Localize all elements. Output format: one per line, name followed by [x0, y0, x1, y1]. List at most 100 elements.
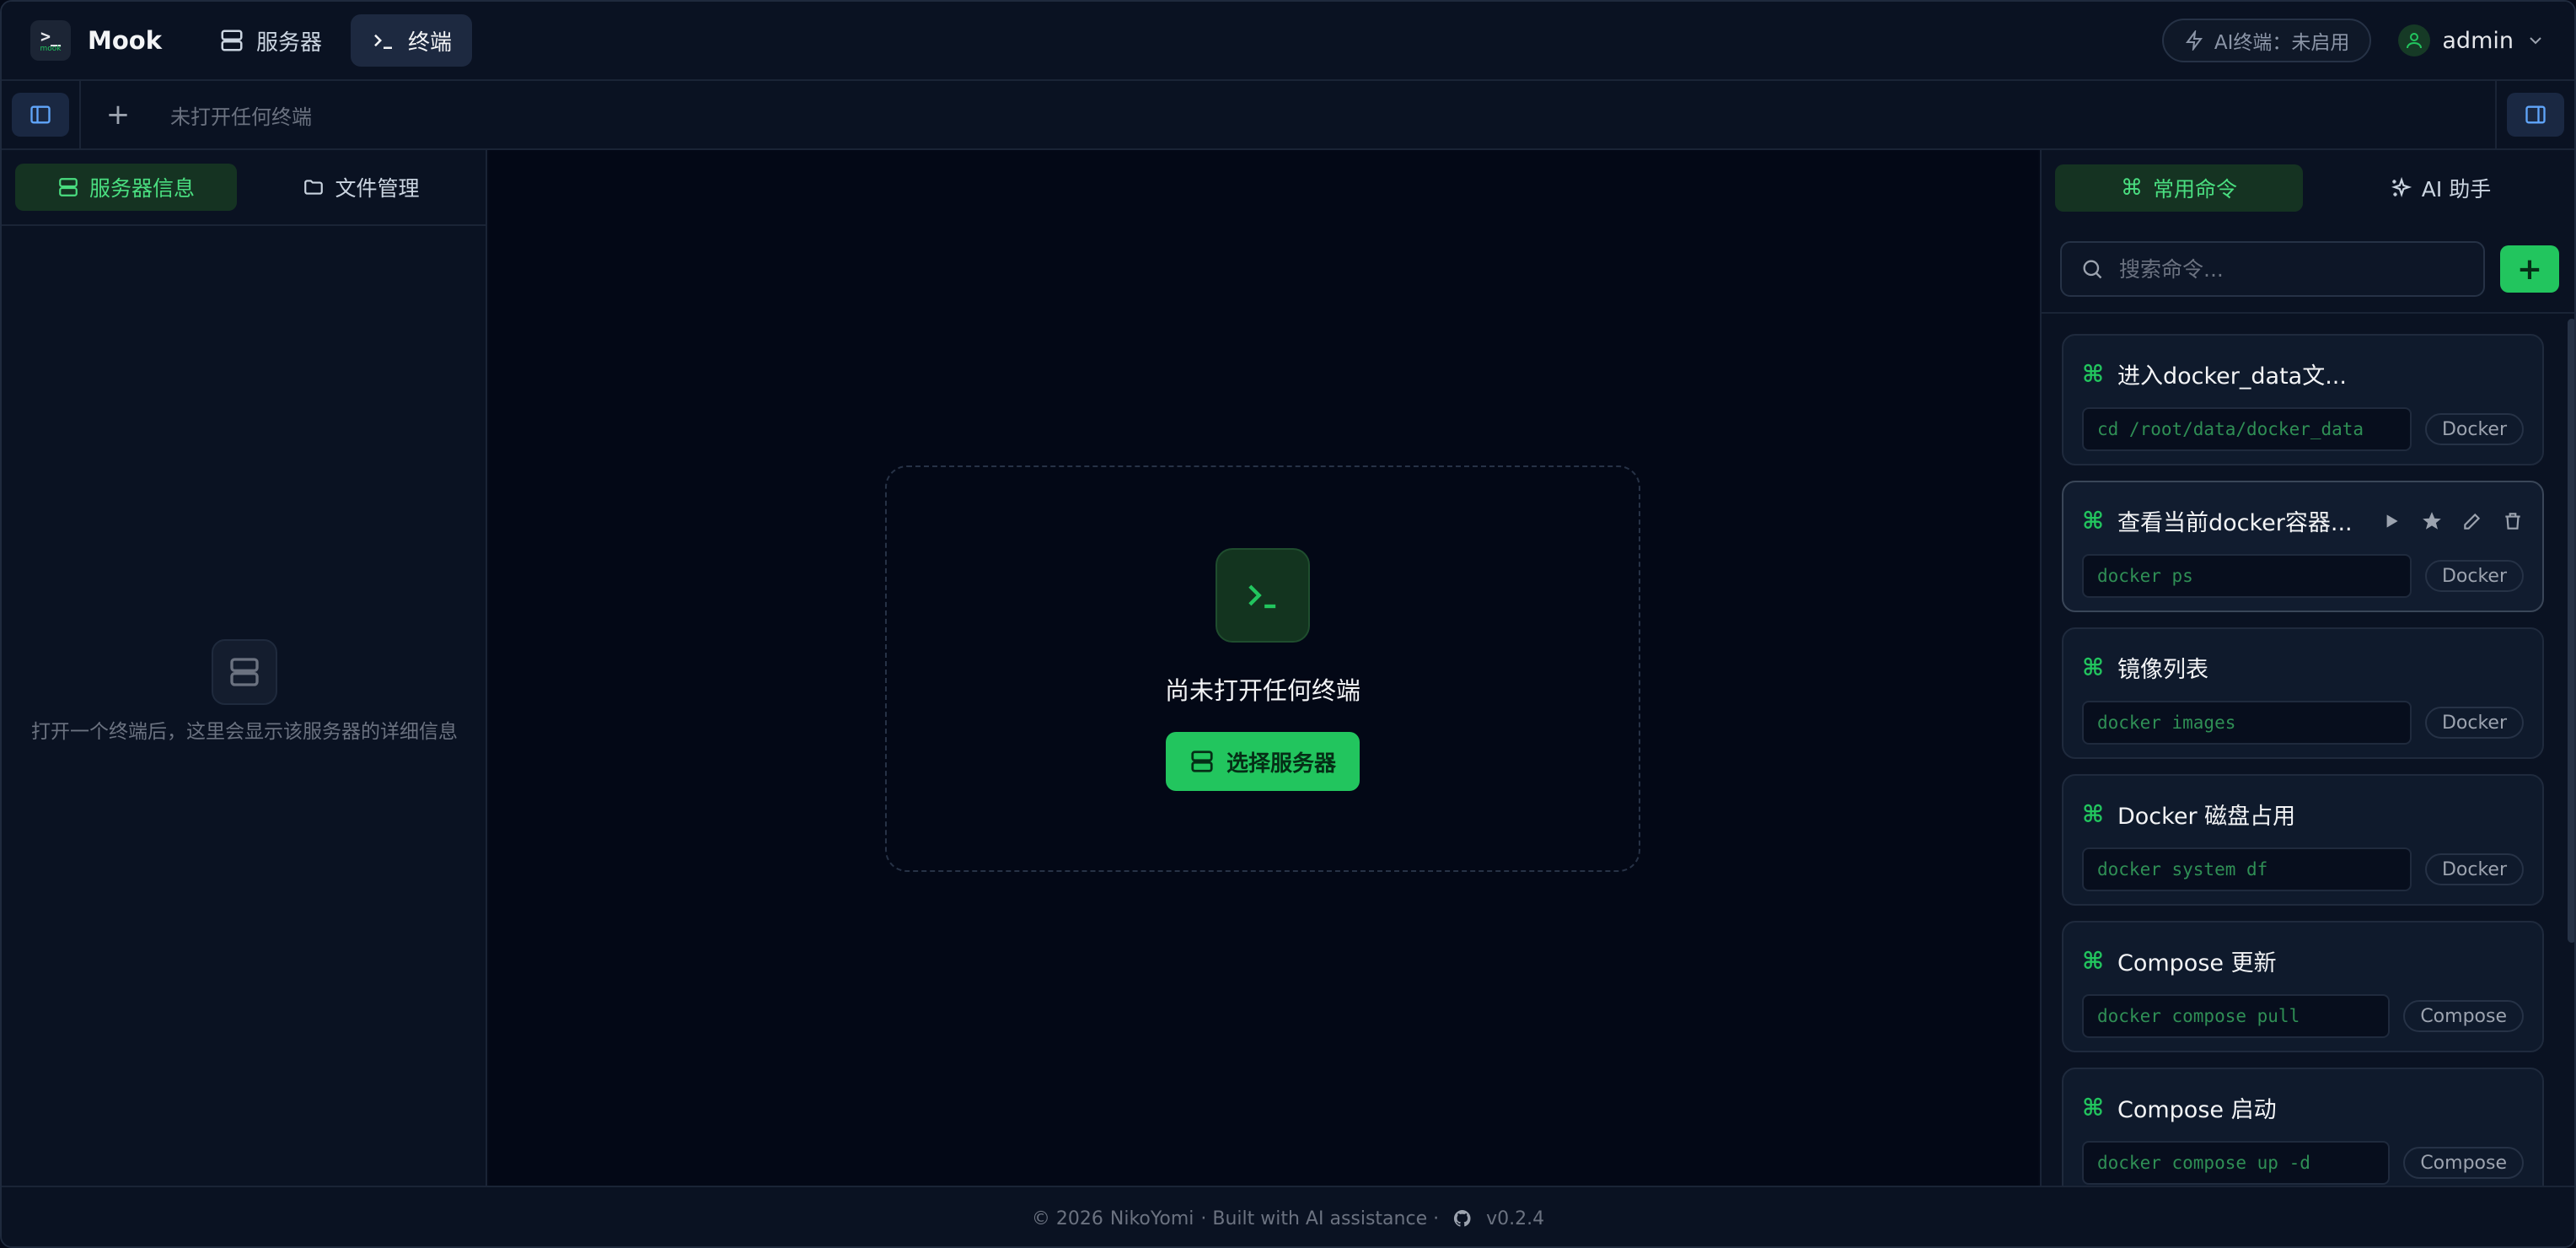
server-info-empty-state: 打开一个终端后，这里会显示该服务器的详细信息 — [2, 639, 487, 745]
command-tag[interactable]: Docker — [2424, 413, 2524, 445]
lightning-icon — [2185, 30, 2203, 51]
right-sidebar: ⌘ 常用命令 AI 助手 + ⌘ 进入docker_data文... — [2040, 150, 2574, 1186]
terminal-area: 尚未打开任何终端 选择服务器 — [489, 150, 2038, 1186]
sparkles-icon — [2391, 177, 2412, 198]
header-right: AI终端：未启用 admin — [2161, 19, 2546, 62]
user-menu[interactable]: admin — [2398, 24, 2546, 56]
command-card[interactable]: ⌘ Docker 磁盘占用 docker system df Docker — [2062, 774, 2544, 906]
edit-icon[interactable] — [2461, 510, 2483, 532]
command-name: Compose 更新 — [2117, 950, 2277, 976]
command-icon: ⌘ — [2082, 360, 2104, 388]
trash-icon[interactable] — [2502, 510, 2524, 532]
app-name[interactable]: Mook — [88, 26, 162, 55]
nav-terminal-label: 终端 — [408, 30, 453, 56]
command-name: 镜像列表 — [2117, 657, 2208, 683]
command-code: docker images — [2082, 701, 2412, 745]
left-toggle-area — [2, 81, 81, 148]
user-icon — [2407, 33, 2423, 49]
command-card[interactable]: ⌘ 查看当前docker容器... docker ps Docker — [2062, 481, 2544, 612]
command-card[interactable]: ⌘ 镜像列表 docker images Docker — [2062, 627, 2544, 759]
nav-terminal[interactable]: 终端 — [351, 14, 473, 67]
command-search-row: + — [2042, 226, 2574, 314]
command-name: 查看当前docker容器... — [2117, 510, 2353, 536]
username: admin — [2442, 27, 2514, 54]
command-search-box[interactable] — [2060, 241, 2485, 297]
tab-file-manager[interactable]: 文件管理 — [250, 164, 472, 211]
server-info-empty-text: 打开一个终端后，这里会显示该服务器的详细信息 — [31, 721, 458, 743]
select-server-button[interactable]: 选择服务器 — [1165, 732, 1360, 791]
terminal-tab-bar: + 未打开任何终端 — [2, 81, 2574, 150]
command-tag[interactable]: Docker — [2424, 853, 2524, 885]
tab-common-commands-label: 常用命令 — [2152, 177, 2237, 202]
star-icon[interactable] — [2421, 510, 2443, 532]
server-icon — [59, 178, 78, 196]
command-card[interactable]: ⌘ Compose 启动 docker compose up -d Compos… — [2062, 1068, 2544, 1186]
terminal-empty-state: 尚未打开任何终端 选择服务器 — [885, 465, 1640, 872]
command-list: ⌘ 进入docker_data文... cd /root/data/docker… — [2042, 314, 2574, 1186]
tab-ai-assistant-label: AI 助手 — [2421, 177, 2492, 202]
command-list-scrollbar[interactable] — [2568, 319, 2574, 943]
left-sidebar: 服务器信息 文件管理 打开一个终端后，这里会显示该服务器的详细信息 — [2, 150, 487, 1186]
logo-glyph: >_ — [40, 26, 62, 46]
right-tabs: ⌘ 常用命令 AI 助手 — [2042, 150, 2574, 226]
footer-author[interactable]: NikoYomi — [1110, 1208, 1194, 1229]
footer-copyright: © 2026 — [1031, 1208, 1103, 1229]
select-server-label: 选择服务器 — [1226, 750, 1336, 777]
command-code: docker compose up -d — [2082, 1141, 2391, 1185]
terminal-placeholder-icon — [1216, 548, 1310, 643]
tab-server-info-label: 服务器信息 — [89, 176, 195, 201]
tab-common-commands[interactable]: ⌘ 常用命令 — [2055, 164, 2303, 212]
play-icon[interactable] — [2380, 510, 2402, 532]
command-icon: ⌘ — [2082, 654, 2104, 681]
app-logo[interactable]: >_ mook — [30, 20, 71, 61]
server-icon — [230, 658, 259, 686]
server-icon — [221, 30, 243, 51]
command-card[interactable]: ⌘ 进入docker_data文... cd /root/data/docker… — [2062, 334, 2544, 465]
command-icon: ⌘ — [2082, 800, 2104, 828]
terminal-icon — [374, 34, 393, 49]
command-tag[interactable]: Docker — [2424, 560, 2524, 592]
command-icon: ⌘ — [2120, 175, 2143, 201]
right-toggle-area — [2495, 81, 2574, 148]
avatar — [2398, 24, 2431, 56]
github-icon[interactable] — [1452, 1208, 1473, 1229]
footer: © 2026 NikoYomi · Built with AI assistan… — [2, 1186, 2574, 1246]
sidebar-left-icon — [30, 105, 51, 124]
nav-servers[interactable]: 服务器 — [199, 14, 342, 67]
no-terminal-text: 未打开任何终端 — [170, 105, 312, 129]
command-code: docker system df — [2082, 847, 2412, 891]
command-name: Docker 磁盘占用 — [2117, 804, 2296, 830]
left-tabs: 服务器信息 文件管理 — [2, 150, 486, 226]
command-code: docker compose pull — [2082, 994, 2391, 1038]
command-icon: ⌘ — [2082, 1094, 2104, 1122]
command-card[interactable]: ⌘ Compose 更新 docker compose pull Compose — [2062, 921, 2544, 1052]
sidebar-right-icon — [2525, 105, 2546, 124]
app-window: >_ mook Mook 服务器 终端 AI终端：未启用 admin + 未打开… — [0, 0, 2576, 1248]
server-placeholder-icon — [212, 639, 277, 705]
server-icon — [1191, 750, 1213, 772]
terminal-icon — [1248, 584, 1276, 609]
chevron-down-icon — [2530, 37, 2541, 45]
command-code: docker ps — [2082, 554, 2412, 598]
ai-status-badge[interactable]: AI终端：未启用 — [2161, 19, 2372, 62]
command-icon: ⌘ — [2082, 507, 2104, 535]
left-panel-toggle[interactable] — [12, 93, 69, 137]
command-code: cd /root/data/docker_data — [2082, 407, 2412, 451]
nav-servers-label: 服务器 — [256, 30, 323, 56]
footer-version: v0.2.4 — [1486, 1208, 1545, 1229]
empty-terminal-title: 尚未打开任何终端 — [1164, 676, 1360, 705]
tab-ai-assistant[interactable]: AI 助手 — [2316, 164, 2564, 212]
tab-file-manager-label: 文件管理 — [335, 176, 420, 201]
command-name: Compose 启动 — [2117, 1097, 2277, 1123]
command-tag[interactable]: Compose — [2403, 1000, 2524, 1032]
command-actions — [2380, 510, 2524, 532]
command-search-input[interactable] — [2119, 256, 2465, 282]
right-panel-toggle[interactable] — [2507, 93, 2564, 137]
add-tab-button[interactable]: + — [99, 96, 137, 133]
top-header: >_ mook Mook 服务器 终端 AI终端：未启用 admin — [2, 2, 2574, 81]
command-tag[interactable]: Compose — [2403, 1147, 2524, 1179]
add-command-button[interactable]: + — [2500, 245, 2559, 293]
tab-server-info[interactable]: 服务器信息 — [15, 164, 237, 211]
command-tag[interactable]: Docker — [2424, 707, 2524, 739]
logo-text: mook — [40, 45, 62, 53]
